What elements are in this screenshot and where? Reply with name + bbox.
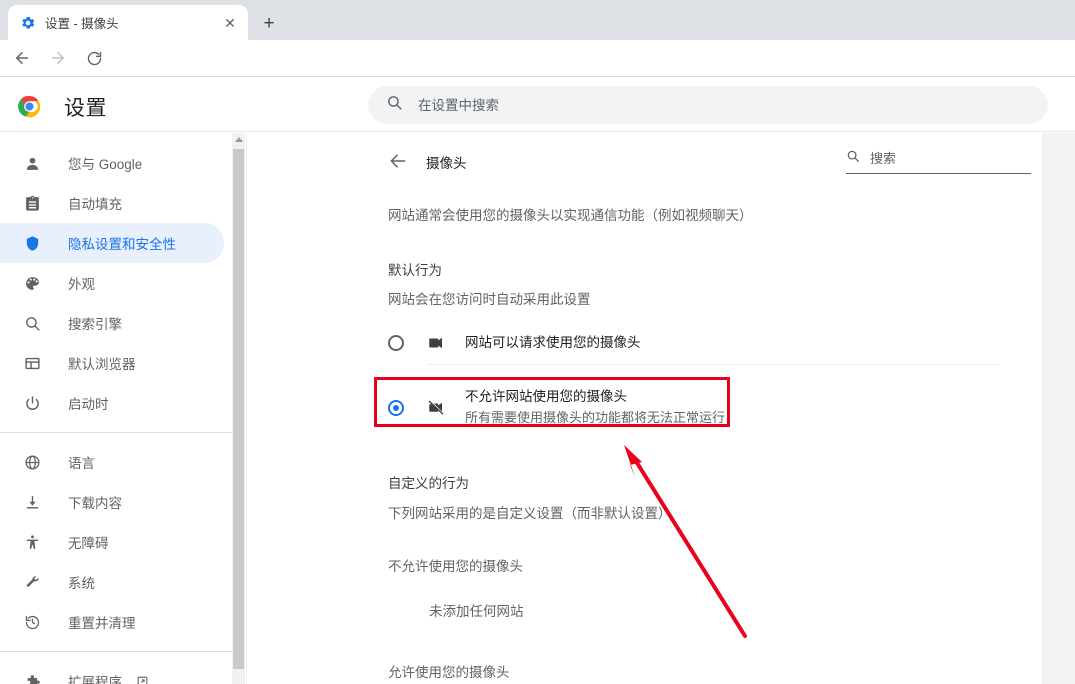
sidebar-item-autofill[interactable]: 自动填充 [0,183,224,223]
search-icon [22,315,42,332]
radio-button[interactable] [388,335,404,352]
radio-option-label: 网站可以请求使用您的摄像头 [465,335,641,350]
settings-search-box[interactable] [368,86,1048,124]
gear-icon [20,15,36,31]
radio-option-text: 不允许网站使用您的摄像头 所有需要使用摄像头的功能都将无法正常运行 [465,388,725,427]
radio-button[interactable] [388,399,404,416]
custom-behavior-heading: 自定义的行为 [388,476,469,491]
sidebar-item-appearance[interactable]: 外观 [0,263,224,303]
default-behavior-subtitle: 网站会在您访问时自动采用此设置 [388,292,591,307]
forward-icon[interactable] [44,44,72,72]
browser-window-icon [22,355,42,372]
sidebar-item-label: 下载内容 [68,496,122,511]
sidebar-item-label: 自动填充 [68,197,122,212]
sidebar-item-label: 无障碍 [68,536,109,551]
download-icon [22,494,42,511]
videocam-icon [427,334,447,352]
sidebar-item-reset-and-cleanup[interactable]: 重置并清理 [0,602,224,642]
browser-window: 设置 - 摄像头 ✕ + 设置 在设置中搜索 您与 Google 自动填充 隐私… [0,0,1075,684]
palette-icon [22,275,42,292]
sidebar-group-main: 您与 Google 自动填充 隐私设置和安全性 外观 搜索引擎 默认浏览器 启动… [0,133,232,423]
sidebar-item-label: 外观 [68,277,95,292]
camera-search-input[interactable] [870,151,1020,166]
new-tab-button[interactable]: + [256,10,282,36]
chrome-logo [18,95,41,118]
default-behavior-heading: 默认行为 [388,263,442,278]
sidebar-item-search-engine[interactable]: 搜索引擎 [0,303,224,343]
radio-option-block[interactable]: 不允许网站使用您的摄像头 所有需要使用摄像头的功能都将无法正常运行 [388,388,1000,427]
blocked-sites-empty: 未添加任何网站 [429,604,524,619]
close-icon[interactable]: ✕ [220,13,240,33]
camera-settings-card: 摄像头 网站通常会使用您的摄像头以实现通信功能（例如视频聊天） 默认行为 网站会… [246,133,1043,684]
camera-page-title: 摄像头 [426,156,467,171]
sidebar-item-extensions[interactable]: 扩展程序 [0,661,224,684]
clipboard-icon [22,195,42,212]
settings-sidebar: 您与 Google 自动填充 隐私设置和安全性 外观 搜索引擎 默认浏览器 启动… [0,133,232,684]
puzzle-icon [22,673,42,684]
sidebar-item-label: 隐私设置和安全性 [68,237,176,252]
camera-search-box[interactable] [846,149,1031,174]
tab-strip: 设置 - 摄像头 ✕ + [0,0,1075,40]
sidebar-item-label: 扩展程序 [68,675,122,684]
sidebar-group-advanced: 语言 下载内容 无障碍 系统 重置并清理 [0,442,232,642]
option-divider [427,364,1000,365]
allowed-sites-heading: 允许使用您的摄像头 [388,665,510,680]
sidebar-item-label: 系统 [68,576,95,591]
camera-card-header: 摄像头 [247,133,1042,189]
page-title: 设置 [64,97,107,120]
search-icon [846,149,860,168]
sidebar-item-languages[interactable]: 语言 [0,442,224,482]
sidebar-item-label: 启动时 [68,397,109,412]
accessibility-icon [22,534,42,551]
settings-content: 摄像头 网站通常会使用您的摄像头以实现通信功能（例如视频聊天） 默认行为 网站会… [246,133,1075,684]
external-link-icon[interactable] [136,675,149,684]
tab-title: 设置 - 摄像头 [45,17,119,31]
sidebar-item-system[interactable]: 系统 [0,562,224,602]
person-icon [22,155,42,172]
settings-search-input[interactable] [418,97,978,113]
shield-icon [22,235,42,252]
scrollbar-thumb[interactable] [233,149,244,669]
sidebar-item-you-and-google[interactable]: 您与 Google [0,143,224,183]
sidebar-group-extensions: 扩展程序 [0,661,232,684]
restore-icon [22,614,42,631]
videocam-off-icon [427,399,447,417]
radio-option-sublabel: 所有需要使用摄像头的功能都将无法正常运行 [465,409,726,425]
sidebar-item-label: 默认浏览器 [68,357,136,372]
sidebar-divider [0,651,232,652]
scroll-up-icon[interactable] [232,133,245,146]
sidebar-item-label: 重置并清理 [68,616,136,631]
sidebar-item-default-browser[interactable]: 默认浏览器 [0,343,224,383]
custom-behavior-subtitle: 下列网站采用的是自定义设置（而非默认设置） [388,506,672,521]
sidebar-item-label: 搜索引擎 [68,317,122,332]
sidebar-item-accessibility[interactable]: 无障碍 [0,522,224,562]
search-icon [386,94,404,116]
sidebar-item-label: 语言 [68,456,95,471]
sidebar-item-on-startup[interactable]: 启动时 [0,383,224,423]
wrench-icon [22,574,42,591]
sidebar-item-label: 您与 Google [68,157,143,172]
power-icon [22,395,42,412]
sidebar-divider [0,432,232,433]
back-icon[interactable] [8,44,36,72]
sidebar-scrollbar[interactable] [232,133,245,684]
radio-option-text: 网站可以请求使用您的摄像头 [465,334,641,353]
radio-option-label: 不允许网站使用您的摄像头 [465,389,627,404]
back-arrow-icon[interactable] [388,151,408,171]
radio-option-ask[interactable]: 网站可以请求使用您的摄像头 [388,334,1000,353]
sidebar-item-privacy-and-security[interactable]: 隐私设置和安全性 [0,223,224,263]
browser-tab[interactable]: 设置 - 摄像头 ✕ [8,5,248,40]
globe-icon [22,454,42,471]
camera-description: 网站通常会使用您的摄像头以实现通信功能（例如视频聊天） [388,208,753,223]
sidebar-item-downloads[interactable]: 下载内容 [0,482,224,522]
reload-icon[interactable] [80,44,108,72]
browser-toolbar: Chrome | chrome://settings/content/camer… [0,40,1075,112]
blocked-sites-heading: 不允许使用您的摄像头 [388,559,523,574]
